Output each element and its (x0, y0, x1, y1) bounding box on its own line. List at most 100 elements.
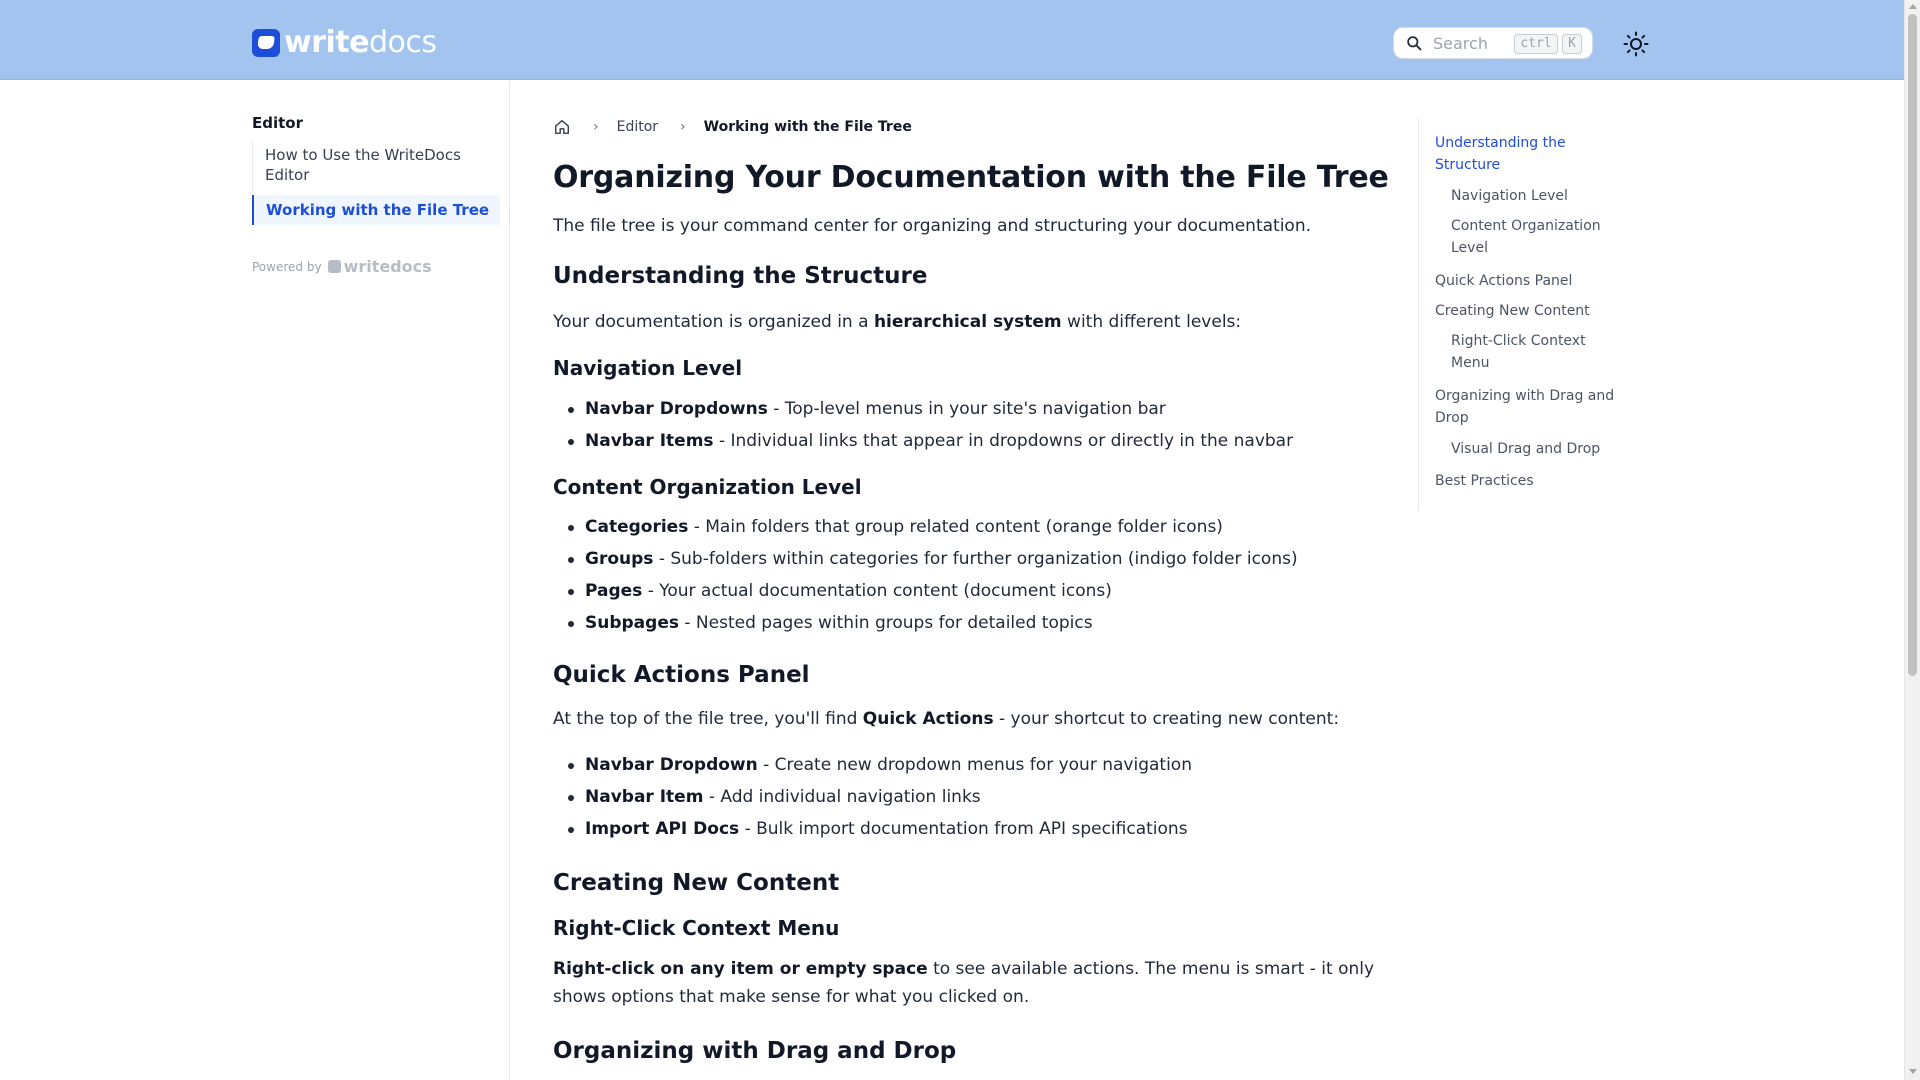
list-item-term: Import API Docs (585, 819, 740, 839)
breadcrumb-home[interactable] (553, 118, 571, 136)
powered-by-label: Powered by (252, 259, 322, 274)
heading-content-organization-level: Content Organization Level (553, 475, 862, 499)
page-scrollbar[interactable] (1904, 0, 1920, 1080)
home-icon (554, 119, 570, 135)
table-of-contents: Understanding the Structure Navigation Le… (1418, 118, 1618, 510)
top-header: writedocs Search ctrl K (0, 0, 1904, 80)
powered-by[interactable]: Powered by writedocs (252, 257, 432, 276)
logo-wordmark: writedocs (284, 28, 437, 58)
toc-label: Content Organization (1451, 218, 1601, 234)
heading-creating-new-content: Creating New Content (553, 870, 840, 896)
context-menu-paragraph: Right-click on any item or empty space t… (553, 955, 1374, 983)
list-item-desc: - Individual links that appear in dropdo… (713, 431, 1294, 451)
toc-item-understanding-structure[interactable]: Understanding the Structure (1435, 132, 1566, 176)
scroll-down-arrow-icon[interactable] (1909, 1069, 1917, 1074)
list-item-term: Navbar Item (585, 787, 704, 807)
toc-item-creating-new-content[interactable]: Creating New Content (1435, 300, 1590, 322)
shortcut-ctrl-key: ctrl (1514, 34, 1558, 54)
logo-word-write: write (284, 25, 369, 60)
list-item-desc: - Your actual documentation content (doc… (642, 581, 1112, 601)
toc-item-quick-actions-panel[interactable]: Quick Actions Panel (1435, 270, 1572, 292)
list-item: Navbar Items - Individual links that app… (567, 429, 1294, 453)
toc-item-right-click-context-menu[interactable]: Right-Click Context Menu (1451, 330, 1586, 374)
context-menu-text-after: to see available actions. The menu is sm… (927, 959, 1375, 979)
heading-navigation-level: Navigation Level (553, 356, 743, 380)
list-item-desc: - Add individual navigation links (703, 787, 981, 807)
quick-actions-text-bold: Quick Actions (862, 709, 994, 729)
quick-actions-text-before: At the top of the file tree, you'll find (553, 709, 863, 729)
breadcrumb: › Editor › Working with the File Tree (553, 118, 1383, 136)
list-item-term: Pages (585, 581, 643, 601)
writedocs-logo-icon (252, 29, 280, 57)
sidebar-item-how-to-use-editor[interactable]: How to Use the WriteDocs Editor (253, 142, 500, 189)
toc-label: Drop (1435, 410, 1469, 426)
toc-label: Level (1451, 240, 1488, 256)
list-item: Navbar Dropdowns - Top-level menus in yo… (568, 397, 1166, 421)
list-item: Categories - Main folders that group rel… (568, 515, 1223, 539)
toc-label: Structure (1435, 157, 1501, 173)
heading-organizing-drag-drop: Organizing with Drag and Drop (553, 1038, 957, 1064)
sun-icon (1623, 31, 1649, 57)
logo-word-docs: docs (368, 25, 437, 60)
list-item-desc: - Create new dropdown menus for your nav… (757, 755, 1192, 775)
list-item-term: Navbar Dropdown (585, 755, 758, 775)
list-item-term: Categories (585, 517, 689, 537)
list-item-desc: - Sub-folders within categories for furt… (653, 549, 1298, 569)
powered-by-logo: writedocs (343, 257, 432, 276)
list-item-desc: - Bulk import documentation from API spe… (739, 819, 1188, 839)
toc-label: Right-Click Context (1451, 333, 1586, 349)
list-item: Import API Docs - Bulk import documentat… (568, 817, 1188, 841)
search-placeholder: Search (1433, 33, 1488, 53)
heading-quick-actions-panel: Quick Actions Panel (553, 662, 810, 688)
toc-item-best-practices[interactable]: Best Practices (1435, 470, 1534, 492)
toc-label: Menu (1451, 355, 1490, 371)
list-item: Navbar Item - Add individual navigation … (568, 785, 981, 809)
theme-toggle-button[interactable] (1622, 30, 1650, 58)
toc-label: Understanding the (1435, 135, 1566, 151)
chevron-right-icon: › (593, 119, 599, 135)
toc-item-organizing-drag-drop[interactable]: Organizing with Drag and Drop (1435, 385, 1614, 429)
list-item: Navbar Dropdown - Create new dropdown me… (568, 753, 1192, 777)
search-icon (1407, 35, 1422, 50)
understanding-text-before: Your documentation is organized in a (553, 312, 874, 332)
list-item-term: Groups (585, 549, 654, 569)
context-menu-text-bold: Right-click on any item or empty space (553, 959, 928, 979)
understanding-text-bold: hierarchical system (873, 312, 1062, 332)
list-item-desc: - Nested pages within groups for detaile… (678, 613, 1093, 633)
breadcrumb-current: Working with the File Tree (703, 119, 912, 135)
quick-actions-paragraph: At the top of the file tree, you'll find… (553, 705, 1339, 733)
toc-item-visual-drag-drop[interactable]: Visual Drag and Drop (1451, 438, 1600, 460)
scroll-up-arrow-icon[interactable] (1909, 4, 1917, 9)
sidebar-item-working-with-file-tree[interactable]: Working with the File Tree (252, 195, 500, 225)
list-item: Subpages - Nested pages within groups fo… (568, 611, 1093, 635)
shortcut-k-key: K (1562, 34, 1582, 54)
list-item-term: Navbar Dropdowns (585, 399, 768, 419)
main-content: › Editor › Working with the File Tree Or… (553, 118, 1389, 1064)
scrollbar-thumb[interactable] (1908, 14, 1917, 676)
intro-paragraph: The file tree is your command center for… (553, 216, 1312, 236)
list-item-desc: - Main folders that group related conten… (688, 517, 1223, 537)
understanding-text-after: with different levels: (1061, 312, 1242, 332)
sidebar-nav: How to Use the WriteDocs Editor Working … (252, 142, 500, 225)
understanding-paragraph: Your documentation is organized in a hie… (553, 308, 1241, 336)
page-title: Organizing Your Documentation with the F… (553, 160, 1389, 195)
list-item: Pages - Your actual documentation conten… (568, 579, 1112, 603)
context-menu-paragraph-line2: shows options that make sense for what y… (553, 987, 1030, 1007)
toc-item-content-organization-level[interactable]: Content Organization Level (1451, 215, 1601, 259)
breadcrumb-editor[interactable]: Editor (617, 119, 658, 135)
heading-understanding-structure: Understanding the Structure (553, 263, 928, 289)
list-item-term: Navbar Items (585, 431, 714, 451)
quick-actions-text-after: - your shortcut to creating new content: (993, 709, 1340, 729)
toc-label: Organizing with Drag and (1435, 388, 1615, 404)
heading-right-click-context-menu: Right-Click Context Menu (553, 916, 840, 940)
writedocs-small-logo-icon (327, 260, 341, 273)
list-item: Groups - Sub-folders within categories f… (568, 547, 1298, 571)
sidebar-heading: Editor (252, 114, 303, 132)
left-sidebar (0, 81, 510, 1080)
list-item-term: Subpages (585, 613, 679, 633)
list-item-desc: - Top-level menus in your site's navigat… (767, 399, 1166, 419)
writedocs-logo[interactable]: writedocs (252, 28, 437, 58)
chevron-right-icon: › (680, 119, 686, 135)
search-input[interactable]: Search ctrl K (1393, 27, 1593, 59)
toc-item-navigation-level[interactable]: Navigation Level (1451, 185, 1568, 207)
